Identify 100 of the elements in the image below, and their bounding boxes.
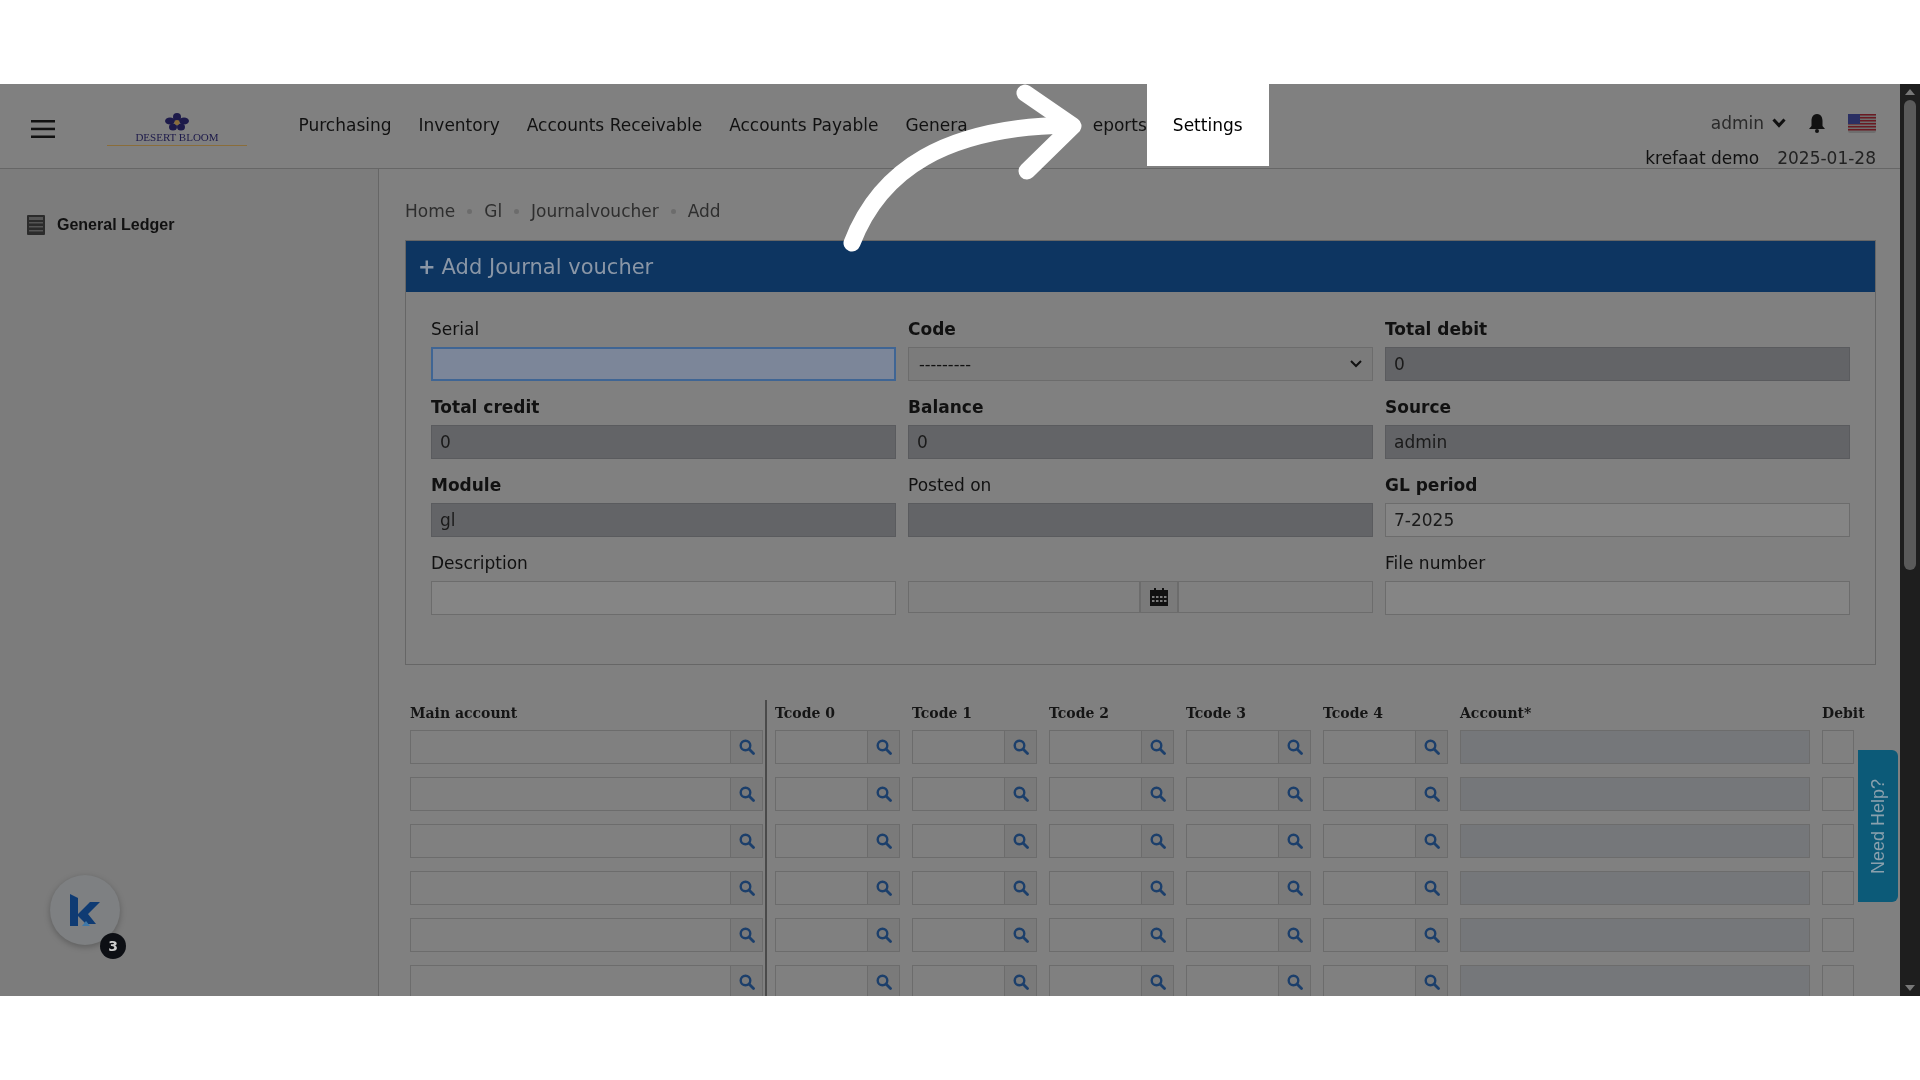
search-button[interactable] <box>868 777 900 811</box>
search-button[interactable] <box>1416 824 1448 858</box>
search-icon <box>1012 833 1029 849</box>
input-field[interactable] <box>1049 965 1142 996</box>
input-field[interactable] <box>1186 965 1279 996</box>
column-header: Tcode 1 <box>912 704 973 723</box>
nav-link[interactable]: Settings <box>1146 84 1269 166</box>
search-button[interactable] <box>731 918 763 952</box>
logo <box>68 892 102 928</box>
field-label: GL period <box>1385 474 1479 497</box>
input-field[interactable] <box>431 581 896 615</box>
nav-link[interactable]: Purchasing <box>285 84 406 166</box>
field-label: Serial <box>431 318 481 341</box>
nav-link[interactable]: eports <box>1092 84 1147 166</box>
scroll-up-icon[interactable] <box>1904 88 1916 96</box>
search-button[interactable] <box>731 824 763 858</box>
search-button[interactable] <box>1005 730 1037 764</box>
scroll-down-icon[interactable] <box>1904 984 1916 992</box>
search-icon <box>1149 880 1166 896</box>
scrollbar[interactable] <box>1900 84 1920 996</box>
chevron-down-icon[interactable] <box>1772 118 1786 128</box>
input-field[interactable] <box>1323 965 1416 996</box>
input-field[interactable]: 0 <box>908 425 1373 459</box>
input-field[interactable] <box>431 347 896 381</box>
field-label: File number <box>1385 552 1487 575</box>
bell-icon[interactable] <box>1808 113 1826 133</box>
search-icon <box>1423 974 1440 990</box>
search-button[interactable] <box>731 730 763 764</box>
search-button[interactable] <box>868 918 900 952</box>
input-field[interactable] <box>1460 965 1810 996</box>
input-field[interactable]: 0 <box>431 425 896 459</box>
search-button[interactable] <box>1142 871 1174 905</box>
search-button[interactable] <box>1279 730 1311 764</box>
nav-link[interactable]: Inventory <box>405 84 514 166</box>
search-button[interactable] <box>1416 730 1448 764</box>
input-field[interactable]: 0 <box>1385 347 1850 381</box>
breadcrumb-link[interactable]: Home <box>405 201 456 221</box>
nav-link[interactable]: Genera <box>891 84 968 166</box>
input-field[interactable]: 7-2025 <box>1385 503 1850 537</box>
search-icon <box>1423 786 1440 802</box>
search-button[interactable] <box>1279 965 1311 996</box>
nav-link[interactable]: Accounts Receivable <box>513 84 716 166</box>
search-button[interactable] <box>1416 918 1448 952</box>
input-field[interactable] <box>908 503 1373 537</box>
search-button[interactable] <box>1142 730 1174 764</box>
search-icon <box>1286 739 1303 755</box>
column-header: Main account <box>410 704 519 723</box>
search-button[interactable] <box>1416 871 1448 905</box>
search-icon <box>1423 833 1440 849</box>
search-button[interactable] <box>1005 871 1037 905</box>
flag-icon[interactable] <box>1848 113 1876 133</box>
search-button[interactable] <box>1279 918 1311 952</box>
search-button[interactable] <box>731 871 763 905</box>
flower-icon <box>164 113 190 131</box>
search-button[interactable] <box>868 730 900 764</box>
search-button[interactable] <box>1416 777 1448 811</box>
input-field[interactable] <box>1822 965 1854 996</box>
input-field[interactable] <box>410 965 731 996</box>
search-icon <box>1149 786 1166 802</box>
search-icon <box>875 739 892 755</box>
search-icon <box>738 739 755 755</box>
breadcrumb-link[interactable]: Journalvoucher <box>531 201 659 221</box>
search-button[interactable] <box>1279 777 1311 811</box>
code-select[interactable]: --------- <box>908 347 1373 381</box>
search-button[interactable] <box>1005 965 1037 996</box>
input-field[interactable] <box>912 965 1005 996</box>
search-button[interactable] <box>731 965 763 996</box>
search-button[interactable] <box>1279 824 1311 858</box>
menu-icon[interactable] <box>31 120 55 138</box>
search-button[interactable] <box>868 871 900 905</box>
search-button[interactable] <box>1142 824 1174 858</box>
input-field[interactable]: gl <box>431 503 896 537</box>
user-menu[interactable]: admin <box>1710 113 1764 133</box>
search-button[interactable] <box>1142 918 1174 952</box>
search-button[interactable] <box>1005 918 1037 952</box>
search-button[interactable] <box>1142 965 1174 996</box>
search-button[interactable] <box>731 777 763 811</box>
breadcrumb-link[interactable]: Add <box>687 201 721 221</box>
calendar-icon <box>1149 587 1169 607</box>
input-field[interactable] <box>775 965 868 996</box>
breadcrumb-link[interactable]: Gl <box>484 201 503 221</box>
search-button[interactable] <box>1005 824 1037 858</box>
search-icon <box>1286 880 1303 896</box>
search-button[interactable] <box>1279 871 1311 905</box>
search-button[interactable] <box>1142 777 1174 811</box>
input-field[interactable]: admin <box>1385 425 1850 459</box>
sidebar-item[interactable]: General Ledger <box>57 216 175 234</box>
nav-link[interactable]: Accounts Payable <box>715 84 892 166</box>
chevron-down-icon <box>1350 360 1362 368</box>
help-tab[interactable]: Need Help? <box>1858 750 1898 902</box>
input-field[interactable] <box>1385 581 1850 615</box>
search-icon <box>738 833 755 849</box>
field-label: Module <box>431 474 503 497</box>
search-button[interactable] <box>1005 777 1037 811</box>
search-button[interactable] <box>868 965 900 996</box>
calendar-button[interactable] <box>1140 581 1178 613</box>
column-header: Tcode 4 <box>1323 704 1384 723</box>
field-label: Total credit <box>431 396 541 419</box>
search-button[interactable] <box>1416 965 1448 996</box>
search-button[interactable] <box>868 824 900 858</box>
